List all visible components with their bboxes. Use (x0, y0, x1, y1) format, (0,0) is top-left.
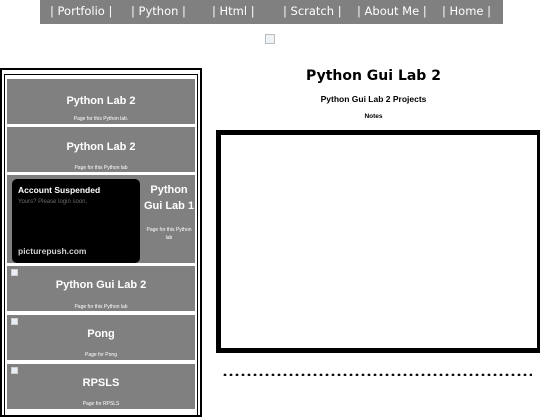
card-desc: Page for this Python lab (74, 165, 128, 171)
sidebar-card-rpsls[interactable]: RPSLS Page for RPSLS (7, 364, 195, 409)
nav-portfolio[interactable]: | Portfolio | (50, 4, 112, 18)
card-title: RPSLS (82, 377, 120, 389)
suspended-image: Account Suspended Yours? Please login so… (12, 179, 140, 263)
card-desc: Page for this Python lab (146, 227, 192, 241)
notes-label: Notes (364, 113, 383, 120)
card-title: Pong (87, 328, 115, 340)
sidebar-card-pong[interactable]: Pong Page for Pong (7, 315, 195, 360)
page-title: Python Gui Lab 2 (306, 68, 441, 84)
nav-html[interactable]: | Html | (212, 4, 255, 18)
nav-about-me[interactable]: | About Me | (357, 4, 427, 18)
nav-home[interactable]: | Home | (442, 4, 491, 18)
card-desc: Page for this Python lab (74, 304, 128, 310)
broken-image-icon (265, 34, 275, 44)
nav-python[interactable]: | Python | (131, 4, 186, 18)
card-title: Python Lab 2 (66, 141, 136, 153)
broken-image-icon (11, 318, 18, 325)
sidebar-card-python-lab-2[interactable]: Python Lab 2 Page for this Python lab. (7, 79, 195, 124)
card-desc: Page for RPSLS (82, 401, 120, 407)
suspended-heading: Account Suspended (18, 185, 101, 195)
card-title: Python Gui Lab 1 (143, 184, 195, 212)
card-title: Python Gui Lab 2 (55, 279, 147, 291)
suspended-footer: picturepush.com (18, 246, 87, 256)
card-desc: Page for this Python lab. (73, 116, 129, 122)
card-title: Python Lab 2 (66, 95, 136, 107)
sidebar: Python Lab 2 Page for this Python lab. P… (0, 68, 202, 417)
suspended-sub: Yours? Please login soon. (18, 199, 88, 205)
notes-box (216, 130, 540, 353)
top-nav: | Portfolio | | Python | | Html | | Scra… (40, 0, 503, 24)
card-desc: Page for Pong (85, 352, 117, 358)
sidebar-card-python-gui-lab-2[interactable]: Python Gui Lab 2 Page for this Python la… (7, 266, 195, 311)
sidebar-card-python-lab-2b[interactable]: Python Lab 2 Page for this Python lab (7, 127, 195, 172)
nav-scratch[interactable]: | Scratch | (283, 4, 342, 18)
broken-image-icon (11, 367, 18, 374)
page-subtitle: Python Gui Lab 2 Projects (320, 94, 427, 104)
dotted-divider (222, 373, 532, 376)
broken-image-icon (11, 269, 18, 276)
sidebar-card-python-gui-lab-1[interactable]: Account Suspended Yours? Please login so… (7, 175, 195, 263)
sidebar-list: Python Lab 2 Page for this Python lab. P… (4, 74, 198, 416)
